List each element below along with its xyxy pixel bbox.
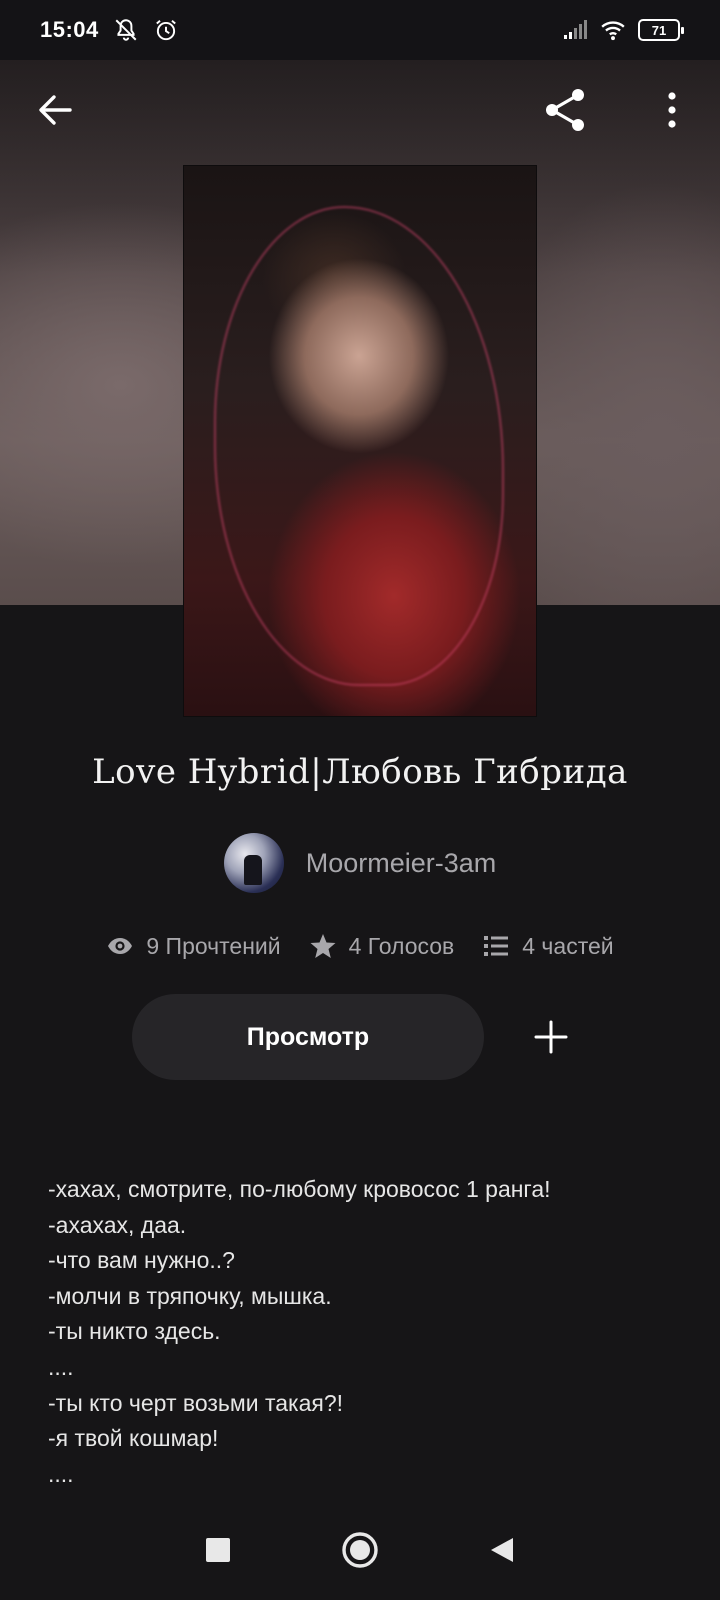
view-button-label: Просмотр	[246, 1022, 370, 1051]
description-line: -ахахах, даа.	[48, 1211, 187, 1238]
description-line: -ты никто здесь.	[48, 1318, 221, 1345]
triangle-back-icon	[491, 1538, 513, 1562]
star-icon	[310, 934, 336, 958]
parts-count: 4 частей	[522, 932, 614, 959]
wifi-icon	[601, 21, 625, 41]
description-line: ....	[48, 1353, 74, 1380]
battery-indicator: 71	[638, 19, 684, 41]
plus-icon	[534, 1020, 568, 1054]
description-line: -молчи в тряпочку, мышка.	[48, 1282, 332, 1309]
parts-stat: 4 частей	[482, 932, 614, 960]
status-time: 15:04	[40, 17, 99, 42]
book-title: Love Hybrid|Любовь Гибрида	[92, 752, 628, 792]
top-toolbar	[0, 80, 720, 140]
more-vertical-icon[interactable]	[650, 88, 694, 132]
votes-stat: 4 Голосов	[309, 932, 455, 960]
book-description: -хахах, смотрите, по-любому кровосос 1 р…	[48, 1172, 688, 1492]
signal-icon	[564, 20, 587, 39]
battery-level: 71	[651, 22, 667, 38]
square-icon	[206, 1538, 230, 1562]
back-nav-button[interactable]	[482, 1530, 522, 1570]
votes-count: 4 Голосов	[348, 932, 455, 959]
reads-count: 9 Прочтений	[146, 932, 281, 959]
alarm-icon	[155, 20, 176, 41]
status-bar: 15:04 71	[0, 0, 720, 60]
home-button[interactable]	[340, 1530, 380, 1570]
arrow-left-icon[interactable]	[34, 88, 78, 132]
list-icon	[484, 936, 509, 956]
author-avatar[interactable]	[223, 833, 284, 893]
system-nav-bar	[0, 1500, 720, 1600]
recents-button[interactable]	[198, 1530, 238, 1570]
description-line: -хахах, смотрите, по-любому кровосос 1 р…	[48, 1176, 551, 1202]
eye-icon	[108, 938, 133, 954]
home-circle-icon	[342, 1532, 378, 1568]
share-icon[interactable]	[540, 84, 592, 136]
stats-row: 9 Прочтений 4 Голосов 4 частей	[0, 928, 720, 964]
notifications-off-icon	[115, 19, 137, 41]
description-line: -ты кто черт возьми такая?!	[48, 1389, 344, 1416]
author-name[interactable]: Moormeier-3am	[306, 848, 497, 879]
description-line: -что вам нужно..?	[48, 1247, 235, 1274]
author-row[interactable]: Moormeier-3am	[0, 832, 720, 894]
add-to-library-button[interactable]	[508, 994, 594, 1080]
view-button[interactable]: Просмотр	[132, 994, 484, 1080]
book-cover[interactable]	[184, 166, 536, 716]
reads-stat: 9 Прочтений	[106, 932, 281, 960]
description-line: ....	[48, 1460, 74, 1487]
description-line: -я твой кошмар!	[48, 1425, 219, 1452]
